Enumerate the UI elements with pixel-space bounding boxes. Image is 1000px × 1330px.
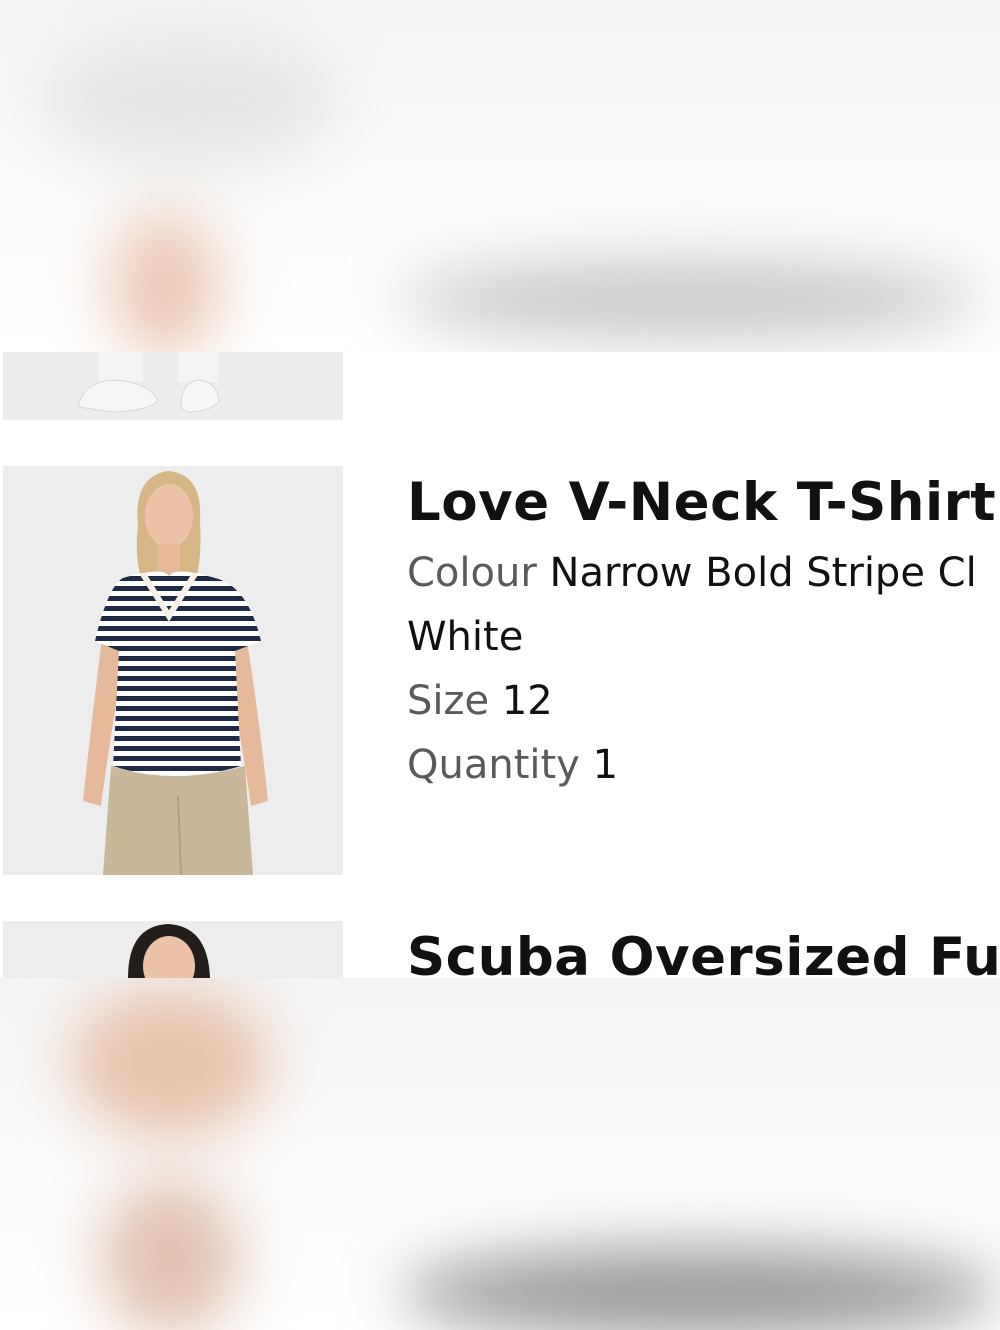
colour-value: Narrow Bold Stripe Cl <box>549 550 977 596</box>
scuba-hoodie-model-image <box>3 921 343 978</box>
cart-item-list: Love V-Neck T-Shirt Colour Narrow Bold S… <box>0 352 1000 978</box>
product-image[interactable] <box>3 921 343 978</box>
product-quantity: Quantity 1 <box>407 742 618 788</box>
sneakers-image <box>3 352 343 420</box>
quantity-value: 1 <box>592 742 619 788</box>
size-label: Size <box>407 678 490 724</box>
product-colour: Colour Narrow Bold Stripe Cl <box>407 550 977 596</box>
blurred-shape <box>400 260 980 340</box>
previous-item-image[interactable] <box>3 352 343 420</box>
blurred-previous-item <box>0 0 1000 352</box>
size-value: 12 <box>501 678 553 724</box>
product-title[interactable]: Love V-Neck T-Shirt <box>407 472 996 533</box>
blurred-shape <box>110 210 220 352</box>
blurred-shape <box>100 1178 240 1330</box>
product-colour-continued: White <box>407 614 524 660</box>
product-image[interactable] <box>3 466 343 875</box>
quantity-label: Quantity <box>407 742 580 788</box>
colour-label: Colour <box>407 550 537 596</box>
blurred-shape <box>40 30 340 170</box>
blurred-shape <box>70 988 270 1138</box>
v-neck-tshirt-model-image <box>3 466 343 875</box>
product-title[interactable]: Scuba Oversized Funn <box>407 927 1000 978</box>
blurred-shape <box>400 1248 1000 1330</box>
product-size: Size 12 <box>407 678 553 724</box>
blurred-next-item <box>0 978 1000 1330</box>
